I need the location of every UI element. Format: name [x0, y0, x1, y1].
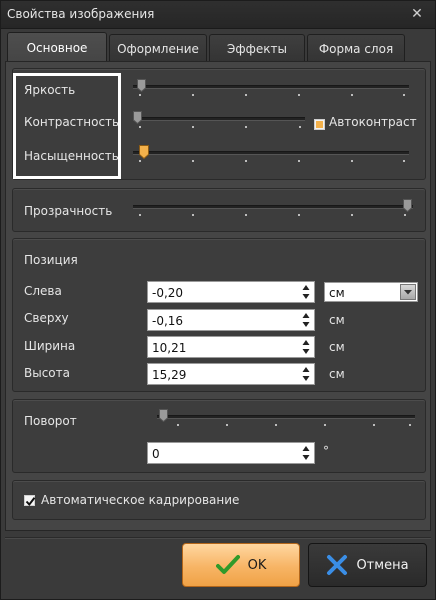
tab-basic[interactable]: Основное — [7, 32, 107, 62]
height-value: 15,29 — [152, 368, 187, 382]
contrast-slider[interactable] — [133, 109, 305, 131]
spin-arrows-icon[interactable] — [302, 339, 310, 355]
position-title: Позиция — [24, 253, 78, 267]
tab-bar: Основное Оформление Эффекты Форма слоя — [5, 32, 431, 62]
saturation-label: Насыщенность — [24, 149, 119, 163]
cancel-label: Отмена — [356, 557, 409, 573]
tab-effects[interactable]: Эффекты — [209, 34, 305, 62]
slider-thumb[interactable] — [403, 199, 412, 212]
auto-crop-group: Автоматическое кадрирование — [12, 480, 426, 520]
tab-content: Яркость Контрастность Насыщенность Авток… — [5, 61, 431, 531]
slider-ticks — [133, 160, 409, 163]
close-icon[interactable]: ✕ — [409, 6, 425, 22]
rotation-group: Поворот 0 ° — [12, 399, 426, 473]
top-input[interactable]: -0,16 — [147, 309, 315, 331]
unit-select-value: см — [329, 286, 345, 300]
rotation-label: Поворот — [24, 414, 77, 428]
rotation-slider[interactable] — [157, 407, 415, 429]
cancel-button[interactable]: Отмена — [308, 543, 427, 587]
top-value: -0,16 — [152, 314, 184, 328]
slider-ticks — [133, 214, 413, 217]
checkmark-icon — [215, 555, 240, 574]
slider-track — [133, 151, 409, 155]
ok-label: OK — [247, 557, 267, 573]
contrast-label: Контрастность — [24, 115, 120, 129]
width-unit: см — [329, 340, 345, 354]
top-label: Сверху — [24, 311, 69, 325]
auto-crop-label: Автоматическое кадрирование — [41, 493, 240, 507]
slider-ticks — [157, 424, 415, 427]
auto-contrast-checkbox[interactable] — [314, 119, 325, 130]
tab-label: Эффекты — [227, 41, 287, 56]
transparency-slider[interactable] — [133, 197, 413, 219]
rotation-value: 0 — [152, 447, 160, 461]
slider-thumb[interactable] — [139, 145, 149, 159]
slider-ticks — [133, 126, 305, 129]
footer-divider — [5, 537, 431, 539]
image-properties-dialog: Свойства изображения ✕ Основное Оформлен… — [0, 0, 436, 600]
auto-contrast-label: Автоконтраст — [329, 115, 417, 129]
unit-select[interactable]: см — [324, 282, 418, 302]
chevron-down-icon[interactable] — [400, 284, 416, 300]
rotation-unit: ° — [323, 444, 329, 458]
tab-design[interactable]: Оформление — [109, 34, 207, 62]
slider-track — [157, 415, 415, 419]
slider-track — [133, 85, 409, 89]
tab-label: Основное — [26, 40, 88, 55]
tab-layer-shape[interactable]: Форма слоя — [307, 34, 405, 62]
auto-crop-checkbox[interactable] — [24, 495, 36, 507]
saturation-slider[interactable] — [133, 143, 409, 165]
left-label: Слева — [24, 284, 62, 298]
slider-thumb[interactable] — [137, 79, 146, 92]
tab-label: Форма слоя — [318, 41, 394, 56]
position-group: Позиция Слева -0,20 см Сверху -0,16 см Ш… — [12, 238, 426, 392]
transparency-label: Прозрачность — [24, 204, 113, 218]
title-bar: Свойства изображения ✕ — [1, 1, 435, 29]
height-input[interactable]: 15,29 — [147, 363, 315, 385]
tab-label: Оформление — [117, 41, 199, 56]
width-label: Ширина — [24, 339, 76, 353]
rotation-input[interactable]: 0 — [147, 442, 315, 464]
slider-track — [133, 205, 413, 209]
width-value: 10,21 — [152, 341, 187, 355]
spin-arrows-icon[interactable] — [302, 284, 310, 300]
left-input[interactable]: -0,20 — [147, 281, 315, 303]
spin-arrows-icon[interactable] — [302, 366, 310, 382]
slider-ticks — [133, 94, 409, 97]
transparency-group: Прозрачность — [12, 188, 426, 232]
spin-arrows-icon[interactable] — [302, 312, 310, 328]
adjustments-group: Яркость Контрастность Насыщенность Авток… — [12, 68, 426, 180]
height-label: Высота — [24, 366, 70, 380]
height-unit: см — [329, 367, 345, 381]
slider-thumb[interactable] — [159, 409, 168, 422]
slider-track — [133, 117, 305, 121]
brightness-slider[interactable] — [133, 77, 409, 99]
width-input[interactable]: 10,21 — [147, 336, 315, 358]
ok-button[interactable]: OK — [182, 543, 300, 587]
close-x-icon — [327, 555, 348, 575]
brightness-label: Яркость — [24, 83, 76, 97]
window-title: Свойства изображения — [7, 7, 155, 21]
left-value: -0,20 — [152, 286, 184, 300]
slider-thumb[interactable] — [133, 111, 142, 124]
spin-arrows-icon[interactable] — [302, 445, 310, 461]
top-unit: см — [329, 313, 345, 327]
